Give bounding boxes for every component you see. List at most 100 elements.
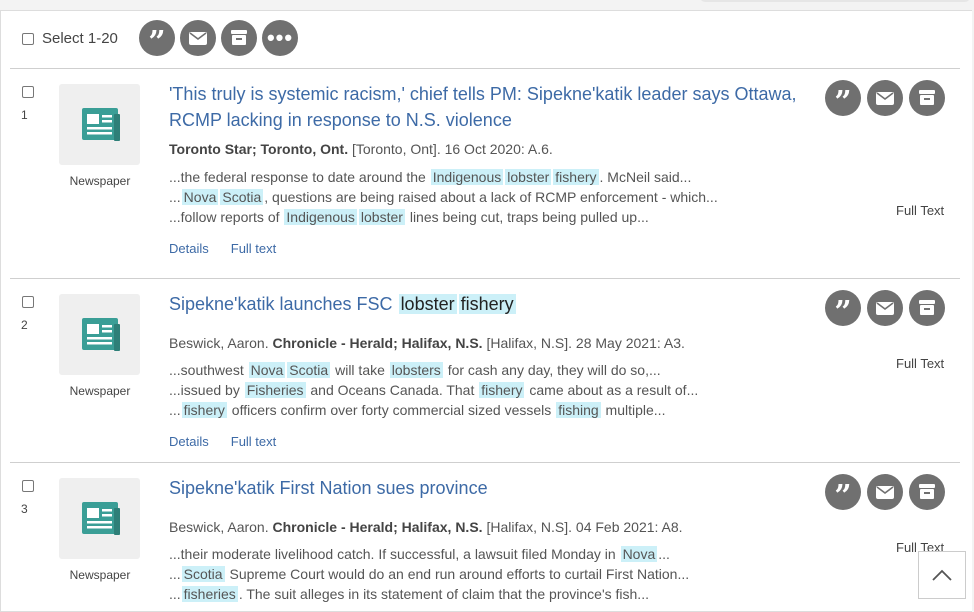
cite-button[interactable]: ” [139,20,175,60]
snippet-text: ... [169,566,181,582]
snippet-text: . The suit alleges in its statement of c… [238,586,649,602]
back-to-top-button[interactable] [918,551,966,599]
citation-publication: Chronicle - Herald; Halifax, N.S. [272,335,483,351]
email-button[interactable] [180,20,216,56]
top-search-edge [700,0,970,2]
search-term-highlight: fishery [458,294,516,314]
search-term-highlight: fisheries [181,586,238,602]
cite-icon: ” [834,295,852,330]
search-term-highlight: Scotia [220,189,264,205]
chevron-up-icon [932,569,952,581]
more-icon: ••• [266,25,294,50]
search-term-highlight: Indigenous [284,209,357,225]
search-term-highlight: Nova [248,362,286,378]
result-checkbox[interactable] [22,86,34,98]
snippet-text: , questions are being raised about a lac… [264,189,718,205]
result-citation: Beswick, Aaron. Chronicle - Herald; Hali… [169,335,685,351]
bulk-actions: ” ••• [139,20,298,60]
result-number: 3 [21,502,28,516]
result-citation: Toronto Star; Toronto, Ont. [Toronto, On… [169,141,553,157]
citation-details: [Halifax, N.S]. 04 Feb 2021: A8. [482,519,683,535]
result-snippet: ... fishery officers confirm over forty c… [169,400,665,420]
select-all[interactable]: Select 1-20 [22,30,118,47]
email-icon [876,91,894,105]
cite-button[interactable]: ” [825,474,861,512]
save-button[interactable] [909,474,945,510]
snippet-text: . McNeil said... [599,169,692,185]
document-type: Newspaper [69,174,131,188]
result-thumbnail[interactable] [59,84,140,165]
top-bar [0,0,974,10]
result-snippet: ...issued by Fisheries and Oceans Canada… [169,380,698,400]
snippet-text: ...follow reports of [169,209,284,225]
search-term-highlight: Scotia [181,566,225,582]
snippet-text: and Oceans Canada. That [306,382,479,398]
save-icon [919,300,935,315]
save-icon [231,30,247,45]
result-actions: ” [825,474,945,512]
result-citation: Beswick, Aaron. Chronicle - Herald; Hali… [169,519,683,535]
search-term-highlight: fishery [553,169,599,185]
result-snippet: ... fisheries. The suit alleges in its st… [169,584,649,604]
result-title[interactable]: 'This truly is systemic racism,' chief t… [169,81,809,133]
search-term-highlight: lobsters [389,362,443,378]
result-title[interactable]: Sipekne'katik launches FSC lobster fisher… [169,291,809,317]
save-button[interactable] [909,290,945,326]
snippet-text: ...southwest [169,362,248,378]
full-text-link[interactable]: Full text [231,434,277,449]
email-icon [189,31,207,45]
result-snippet: ...southwest Nova Scotia will take lobste… [169,360,661,380]
snippet-text: ... [169,189,181,205]
result-checkbox[interactable] [22,480,34,492]
cite-button[interactable]: ” [825,290,861,330]
full-text-link[interactable]: Full text [231,241,277,256]
snippet-text: ...issued by [169,382,244,398]
search-term-highlight: Indigenous [430,169,504,185]
result-snippet: ... Scotia Supreme Court would do an end … [169,564,689,584]
details-link[interactable]: Details [169,241,209,256]
snippet-text: lines being cut, traps being pulled up..… [405,209,649,225]
select-all-checkbox[interactable] [22,32,34,45]
email-button[interactable] [867,290,903,326]
email-button[interactable] [867,80,903,116]
full-text-label: Full Text [896,356,945,371]
cite-icon: ” [148,25,166,60]
select-all-label: Select 1-20 [42,30,118,47]
result-snippet: ...the federal response to date around t… [169,167,691,187]
snippet-text: ...the federal response to date around t… [169,169,430,185]
save-button[interactable] [909,80,945,116]
newspaper-icon [81,317,120,351]
result-number: 2 [21,318,28,332]
result-thumbnail[interactable] [59,294,140,375]
cite-button[interactable]: ” [825,80,861,118]
citation-publication: Toronto Star; Toronto, Ont. [169,141,349,157]
email-icon [876,485,894,499]
details-link[interactable]: Details [169,434,209,449]
result-snippet: ...their moderate livelihood catch. If s… [169,544,670,564]
save-button[interactable] [221,20,257,56]
newspaper-icon [81,107,120,141]
snippet-text: multiple... [601,402,666,418]
save-icon [919,90,935,105]
results-toolbar: Select 1-20 ” ••• [10,10,960,69]
snippet-text: ... [169,586,181,602]
more-button[interactable]: ••• [262,20,298,56]
result-row: 1 Newspaper 'This truly is systemic raci… [10,68,960,279]
full-text-label: Full Text [896,203,945,218]
result-thumbnail[interactable] [59,478,140,559]
citation-details: [Halifax, N.S]. 28 May 2021: A3. [482,335,685,351]
email-button[interactable] [867,474,903,510]
snippet-text: ... [658,546,670,562]
result-snippet: ... Nova Scotia, questions are being raise… [169,187,718,207]
result-title[interactable]: Sipekne'katik First Nation sues province [169,475,809,501]
result-row: 3 Newspaper Sipekne'katik First Nation s… [10,462,960,612]
result-links: Details Full text [169,434,276,449]
result-checkbox[interactable] [22,296,34,308]
result-row: 2 Newspaper Sipekne'katik launches FSC l… [10,278,960,463]
result-links: Details Full text [169,241,276,256]
search-term-highlight: Nova [620,546,658,562]
search-term-highlight: lobster [358,209,405,225]
document-type: Newspaper [69,568,131,582]
result-actions: ” [825,80,945,118]
search-term-highlight: Nova [181,189,219,205]
